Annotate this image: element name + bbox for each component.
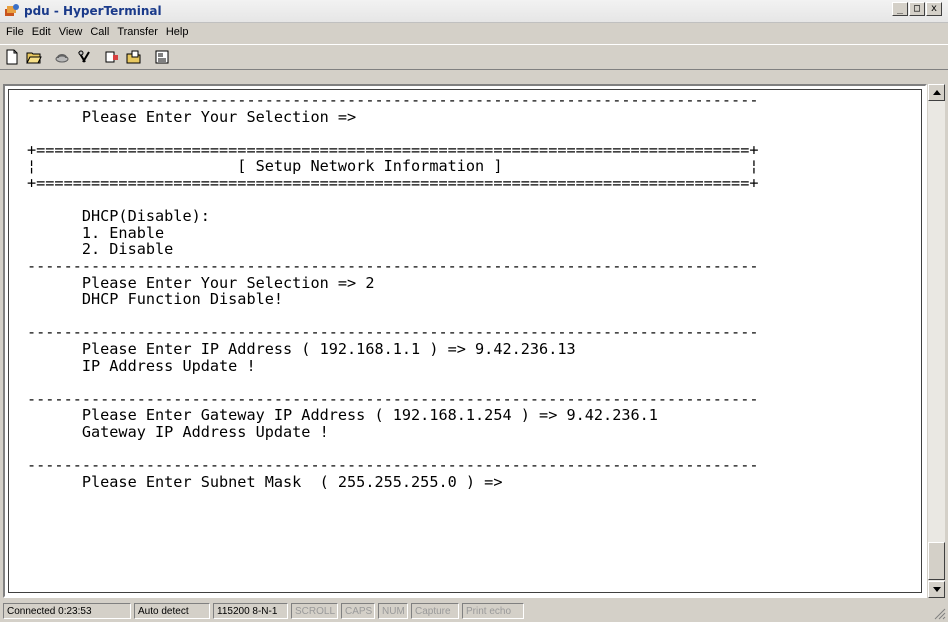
send-icon[interactable] — [102, 47, 122, 67]
status-connected: Connected 0:23:53 — [3, 603, 131, 619]
terminal-frame: ----------------------------------------… — [8, 89, 922, 593]
terminal-line: ----------------------------------------… — [27, 323, 759, 342]
terminal-line: Please Enter Your Selection => 2 — [27, 273, 375, 292]
terminal-area[interactable]: ----------------------------------------… — [3, 84, 927, 598]
new-icon[interactable] — [2, 47, 22, 67]
disconnect-icon[interactable] — [52, 47, 72, 67]
hyperterminal-app-icon — [4, 3, 20, 19]
receive-icon[interactable] — [124, 47, 144, 67]
status-settings: 115200 8-N-1 — [213, 603, 288, 619]
terminal-line: IP Address Update ! — [27, 356, 256, 375]
connect-icon[interactable] — [74, 47, 94, 67]
resize-grip-icon[interactable] — [934, 608, 946, 620]
terminal-line: Please Enter IP Address ( 192.168.1.1 ) … — [27, 339, 576, 358]
status-print-echo: Print echo — [462, 603, 524, 619]
terminal-line: 1. Enable — [27, 223, 165, 242]
toolbar — [0, 44, 948, 70]
terminal-line: Please Enter Gateway IP Address ( 192.16… — [27, 406, 658, 425]
minimize-button[interactable]: _ — [892, 2, 908, 16]
terminal-line: DHCP(Disable): — [27, 207, 210, 226]
terminal-line: +=======================================… — [27, 173, 759, 192]
menu-help[interactable]: Help — [166, 26, 189, 38]
vertical-scrollbar[interactable] — [928, 84, 945, 598]
menu-file[interactable]: File — [6, 26, 24, 38]
terminal-line: ----------------------------------------… — [27, 91, 759, 109]
terminal-line: +=======================================… — [27, 140, 759, 159]
status-capture: Capture — [411, 603, 459, 619]
terminal-line: ¦ [ Setup Network Information ] ¦ — [27, 157, 759, 176]
scroll-thumb[interactable] — [928, 542, 945, 580]
status-caps: CAPS — [341, 603, 375, 619]
terminal-line: ----------------------------------------… — [27, 456, 759, 475]
scroll-up-button[interactable] — [928, 84, 945, 101]
status-num: NUM — [378, 603, 408, 619]
window-title: pdu - HyperTerminal — [24, 4, 162, 18]
terminal-line: ----------------------------------------… — [27, 389, 759, 408]
terminal-line: 2. Disable — [27, 240, 174, 259]
open-icon[interactable] — [24, 47, 44, 67]
arrow-down-icon — [932, 587, 941, 592]
status-detect: Auto detect — [134, 603, 210, 619]
menu-transfer[interactable]: Transfer — [117, 26, 158, 38]
menu-view[interactable]: View — [59, 26, 83, 38]
terminal-line: DHCP Function Disable! — [27, 290, 284, 309]
terminal-line: Please Enter Your Selection => — [27, 107, 357, 126]
terminal-line: ----------------------------------------… — [27, 256, 759, 275]
scroll-down-button[interactable] — [928, 581, 945, 598]
properties-icon[interactable] — [152, 47, 172, 67]
menu-bar: File Edit View Call Transfer Help — [0, 22, 948, 42]
title-bar[interactable]: pdu - HyperTerminal _ □ x — [0, 0, 948, 23]
status-scroll: SCROLL — [291, 603, 338, 619]
arrow-up-icon — [932, 90, 941, 95]
hyperterminal-window: pdu - HyperTerminal _ □ x File Edit View… — [0, 0, 948, 622]
status-bar: Connected 0:23:53 Auto detect 115200 8-N… — [0, 600, 948, 622]
maximize-button[interactable]: □ — [909, 2, 925, 16]
terminal-line: Please Enter Subnet Mask ( 255.255.255.0… — [27, 472, 503, 491]
menu-call[interactable]: Call — [90, 26, 109, 38]
close-button[interactable]: x — [926, 2, 942, 16]
terminal-line: Gateway IP Address Update ! — [27, 422, 329, 441]
terminal-output: ----------------------------------------… — [27, 92, 759, 490]
menu-edit[interactable]: Edit — [32, 26, 51, 38]
